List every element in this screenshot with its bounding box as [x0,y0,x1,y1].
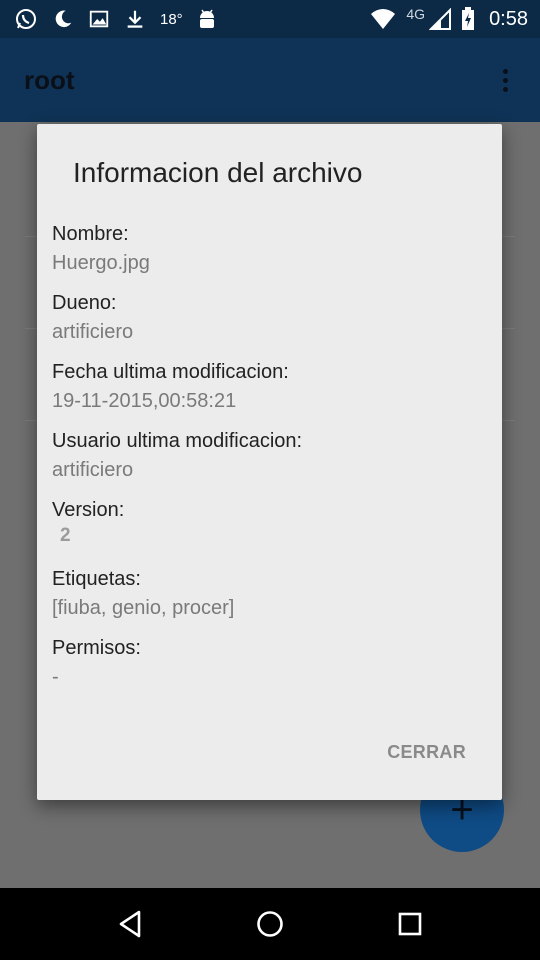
signal-icon [429,8,452,30]
home-button[interactable] [240,894,300,954]
close-button[interactable]: CERRAR [387,742,466,763]
clock: 0:58 [489,7,528,30]
temperature: 18° [160,10,183,28]
field-value: 19-11-2015,00:58:21 [52,390,237,412]
moon-icon [52,8,74,30]
field-value: - [52,666,59,688]
dialog-title: Informacion del archivo [73,157,363,188]
whatsapp-icon [14,7,38,31]
field-last-modified-user: Usuario ultima modificacion: artificiero [52,429,302,482]
field-last-modified-date: Fecha ultima modificacion: 19-11-2015,00… [52,360,289,413]
status-bar: 18° 4G 0:58 [0,0,540,38]
status-left: 18° [14,7,217,31]
screen: 18° 4G 0:58 root + Informacion del archi… [0,0,540,960]
field-tags: Etiquetas: [fiuba, genio, procer] [52,567,234,620]
app-bar: root [0,38,540,122]
home-icon [257,911,283,937]
field-label: Nombre: [52,223,129,245]
field-label: Usuario ultima modificacion: [52,430,303,452]
recents-icon [398,912,422,936]
field-permissions: Permisos: - [52,636,141,689]
field-value: 2 [60,525,71,546]
battery-icon [461,7,475,31]
wifi-icon [370,8,396,30]
navigation-bar [0,888,540,960]
status-right: 4G 0:58 [370,6,528,31]
app-title: root [24,64,75,95]
field-value: artificiero [52,321,134,343]
download-icon [124,8,146,30]
field-label: Version: [52,499,125,521]
field-label: Permisos: [52,637,141,659]
field-name: Nombre: Huergo.jpg [52,222,150,275]
field-label: Dueno: [52,292,117,314]
gallery-icon [88,8,110,30]
field-value: Huergo.jpg [52,252,150,274]
field-value: artificiero [52,459,134,481]
field-label: Etiquetas: [52,568,141,590]
back-icon [119,910,141,938]
android-icon [197,8,217,30]
back-button[interactable] [100,894,160,954]
recents-button[interactable] [380,894,440,954]
file-info-dialog: Informacion del archivo Nombre: Huergo.j… [37,124,502,800]
network-type: 4G [406,6,426,22]
field-version: Version: 2 [52,498,124,548]
field-label: Fecha ultima modificacion: [52,361,289,383]
field-value: [fiuba, genio, procer] [52,597,235,619]
overflow-menu-icon[interactable] [495,63,516,98]
field-owner: Dueno: artificiero [52,291,133,344]
